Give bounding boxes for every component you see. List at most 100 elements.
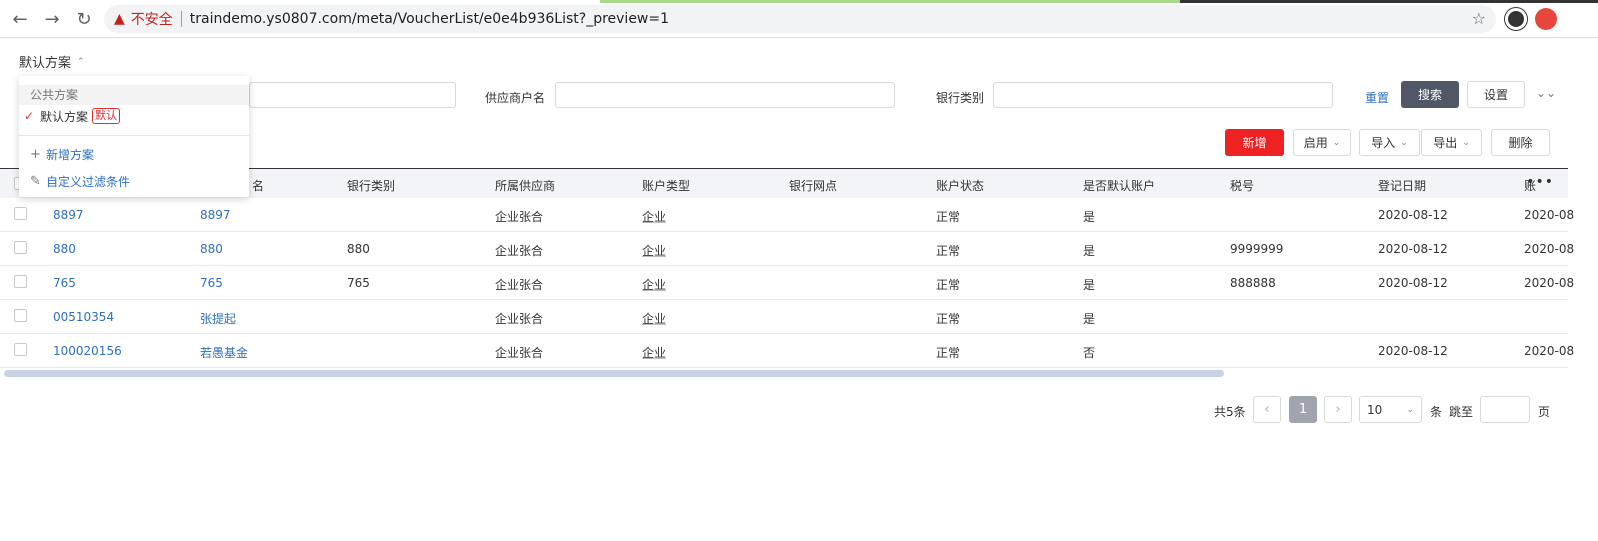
table-cell: 880	[347, 242, 370, 256]
table-cell: 企业	[642, 210, 667, 224]
table-cell: 2020-08	[1524, 208, 1575, 222]
table-cell: 企业张合	[495, 278, 544, 292]
table-cell: 正常	[936, 210, 961, 224]
chevron-down-icon: ⌄	[1406, 404, 1414, 415]
supplier-input[interactable]	[555, 82, 895, 108]
row-checkbox[interactable]	[14, 343, 27, 356]
chevron-down-icon: ⌄	[1332, 137, 1341, 148]
table-cell[interactable]: 8897	[200, 208, 231, 222]
prev-page-button[interactable]: ‹	[1253, 396, 1281, 423]
table-cell: 正常	[936, 346, 961, 360]
chevron-up-icon: ⌃	[77, 56, 85, 67]
back-icon[interactable]: ←	[9, 8, 31, 30]
table-cell: 企业	[642, 312, 667, 326]
table-cell: 正常	[936, 244, 961, 258]
table-cell[interactable]: 张提起	[200, 310, 236, 327]
table-cell: 2020-08-12	[1378, 242, 1448, 256]
table-cell: 888888	[1230, 276, 1276, 290]
add-scheme-button[interactable]: + 新增方案	[30, 146, 94, 163]
column-header: 银行类别	[347, 179, 396, 193]
reset-button[interactable]: 重置	[1365, 89, 1389, 106]
table-row[interactable]: 765 765 765 企业张合 企业 正常 是 888888 2020-08-12 2020-0…	[0, 266, 1574, 300]
table-cell: 765	[347, 276, 370, 290]
bookmark-star-icon[interactable]: ☆	[1472, 9, 1486, 28]
expand-chevron-icon[interactable]: ⌄⌄	[1536, 86, 1556, 100]
horizontal-scrollbar[interactable]	[4, 370, 1224, 377]
table-cell: 企业张合	[495, 244, 544, 258]
custom-filter-label: 自定义过滤条件	[46, 175, 131, 189]
page-size-select[interactable]: 10 ⌄	[1359, 396, 1422, 423]
column-header: 账户状态	[936, 179, 985, 193]
table-cell: 9999999	[1230, 242, 1284, 256]
table-cell: 企业张合	[495, 346, 544, 360]
table-cell: 企业张合	[495, 210, 544, 224]
next-page-button[interactable]: ›	[1324, 396, 1352, 423]
table-cell: 企业张合	[495, 312, 544, 326]
scheme-group-title: 公共方案	[19, 85, 249, 105]
enable-label: 启用	[1303, 136, 1328, 150]
column-header: 银行网点	[789, 179, 838, 193]
forward-icon[interactable]: →	[41, 8, 63, 30]
table-row[interactable]: 00510354 张提起 企业张合 企业 正常 是	[0, 300, 1568, 334]
table-cell: 否	[1083, 346, 1096, 360]
total-count: 共5条	[1214, 405, 1246, 419]
export-label: 导出	[1433, 136, 1458, 150]
table-cell: 2020-08	[1524, 344, 1575, 358]
column-header: 是否默认账户	[1083, 179, 1156, 193]
column-header: 名	[252, 179, 265, 193]
table-cell[interactable]: 880	[53, 242, 76, 256]
table-cell[interactable]: 100020156	[53, 344, 122, 358]
scheme-current-label: 默认方案	[19, 56, 72, 71]
table-cell[interactable]: 00510354	[53, 310, 114, 324]
plus-icon: +	[30, 147, 41, 162]
table-row[interactable]: 100020156 若愚基金 企业张合 企业 正常 否 2020-08-12 2020-08	[0, 334, 1574, 368]
table-row[interactable]: 880 880 880 企业张合 企业 正常 是 9999999 2020-08-12 2020-…	[0, 232, 1574, 266]
row-checkbox[interactable]	[14, 241, 27, 254]
table-cell: 正常	[936, 312, 961, 326]
address-bar[interactable]: ▲ 不安全 traindemo.ys0807.com/meta/VoucherL…	[104, 5, 1496, 33]
table-cell: 正常	[936, 278, 961, 292]
extension-icon[interactable]	[1535, 8, 1557, 30]
chevron-down-icon: ⌄	[1462, 137, 1470, 148]
enable-button[interactable]: 启用 ⌄	[1293, 129, 1351, 156]
add-button[interactable]: 新增	[1225, 129, 1284, 156]
jump-page-input[interactable]	[1480, 396, 1530, 423]
more-options-icon[interactable]: •••	[1526, 174, 1554, 190]
table-cell: 2020-08	[1524, 276, 1575, 290]
profile-icon[interactable]	[1505, 8, 1527, 30]
chevron-down-icon: ⌄	[1400, 137, 1408, 148]
row-checkbox[interactable]	[14, 309, 27, 322]
divider	[19, 135, 249, 136]
row-checkbox[interactable]	[14, 275, 27, 288]
filter-field-1[interactable]	[249, 82, 456, 108]
export-button[interactable]: 导出 ⌄	[1421, 129, 1482, 156]
table-cell[interactable]: 8897	[53, 208, 84, 222]
bank-type-input[interactable]	[993, 82, 1333, 108]
scheme-option-default[interactable]: ✓ 默认方案 默认	[19, 106, 249, 126]
browser-toolbar: ← → ↻ ▲ 不安全 traindemo.ys0807.com/meta/Vo…	[0, 0, 1598, 38]
bank-type-label: 银行类别	[936, 91, 985, 105]
import-button[interactable]: 导入 ⌄	[1359, 129, 1420, 156]
search-button[interactable]: 搜索	[1401, 81, 1459, 108]
row-checkbox[interactable]	[14, 207, 27, 220]
delete-button[interactable]: 删除	[1491, 129, 1550, 156]
table-cell: 是	[1083, 244, 1096, 258]
page-unit: 页	[1538, 405, 1551, 419]
insecure-label: 不安全	[130, 12, 173, 28]
scheme-option-label: 默认方案	[40, 109, 89, 124]
table-cell[interactable]: 765	[200, 276, 223, 290]
page-size-value: 10	[1367, 402, 1383, 417]
default-badge: 默认	[92, 108, 121, 124]
reload-icon[interactable]: ↻	[73, 8, 95, 30]
table-cell[interactable]: 765	[53, 276, 76, 290]
table-cell[interactable]: 若愚基金	[200, 344, 248, 361]
page-button-current[interactable]: 1	[1289, 396, 1317, 423]
table-cell: 企业	[642, 346, 667, 360]
table-cell[interactable]: 880	[200, 242, 223, 256]
scheme-selector[interactable]: 默认方案 ⌃	[19, 52, 85, 71]
settings-button[interactable]: 设置	[1467, 81, 1525, 108]
custom-filter-button[interactable]: ✎ 自定义过滤条件	[30, 173, 130, 190]
warning-icon: ▲	[114, 11, 125, 27]
table-row[interactable]: 8897 8897 企业张合 企业 正常 是 2020-08-12 2020-08	[0, 198, 1574, 232]
table-cell: 2020-08-12	[1378, 208, 1448, 222]
